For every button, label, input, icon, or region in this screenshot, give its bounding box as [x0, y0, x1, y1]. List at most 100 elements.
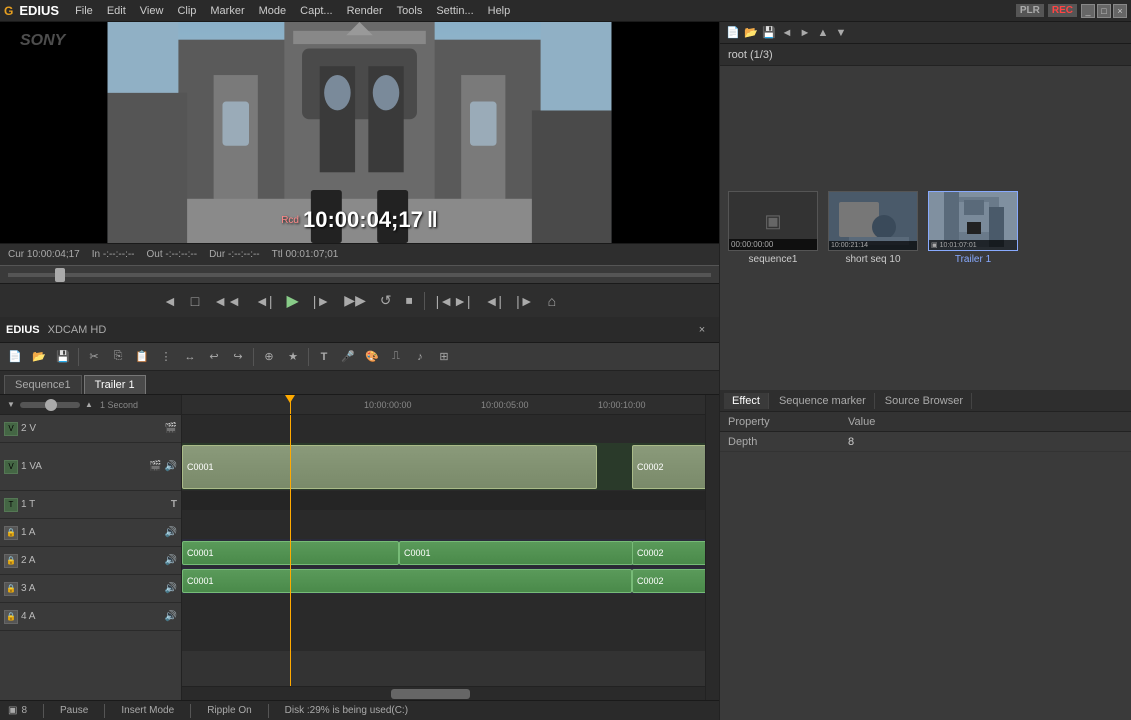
extra-btn[interactable]: ⌂ — [543, 291, 561, 311]
menu-edit[interactable]: Edit — [101, 3, 132, 19]
tab-effect[interactable]: Effect — [724, 393, 769, 409]
tl-mic-btn[interactable]: 🎤 — [337, 346, 359, 368]
in-out-btn[interactable]: |◄►| — [431, 291, 476, 311]
track-header-2a: 🔒 2 A 🔊 — [0, 547, 181, 575]
play-btn[interactable]: ▶ — [281, 289, 303, 313]
set-out-btn[interactable]: |► — [511, 291, 539, 311]
bin-open-btn[interactable]: 📂 — [742, 24, 760, 42]
tl-paste-btn[interactable]: 📋 — [131, 346, 153, 368]
tl-new-btn[interactable]: 📄 — [4, 346, 26, 368]
scrollbar-thumb-h[interactable] — [391, 689, 469, 699]
set-in-btn[interactable]: ◄| — [480, 291, 508, 311]
track-vis-1t[interactable]: T — [4, 498, 18, 512]
tl-t-btn[interactable]: T — [313, 346, 335, 368]
clip-c0002-audio1[interactable]: C0002 — [632, 541, 705, 565]
status-sep4 — [268, 704, 269, 718]
preview-scrubber[interactable] — [0, 265, 719, 283]
bin-item-shortseq10[interactable]: 10:00:21:14 short seq 10 — [828, 191, 918, 265]
menu-tools[interactable]: Tools — [391, 3, 429, 19]
rewind-btn[interactable]: ◄◄ — [208, 291, 246, 311]
timeline-scrollbar-h[interactable] — [182, 686, 705, 700]
bin-new-btn[interactable]: 📄 — [724, 24, 742, 42]
clip-c0001-audio3[interactable]: C0001 — [182, 569, 632, 593]
track-lock-4a[interactable]: 🔒 — [4, 610, 18, 624]
scrubber-track[interactable] — [8, 273, 711, 277]
menu-file[interactable]: File — [69, 3, 99, 19]
loop-btn[interactable]: ↺ — [375, 290, 397, 311]
clip-c0002-audio2[interactable]: C0002 — [632, 569, 705, 593]
bin-item-trailer1[interactable]: ▣ 10:01:07:01 Trailer 1 — [928, 191, 1018, 265]
track-audio-2a: 🔊 — [165, 555, 177, 566]
zoom-slider[interactable] — [20, 402, 80, 408]
track-name-3a: 3 A — [21, 583, 162, 594]
mark-in-btn[interactable]: ◄ — [158, 291, 182, 311]
preview-area: SONY Rcd 10:00:04;17 ‖ Cur 10:00:04;17 I… — [0, 22, 719, 317]
close-btn[interactable]: × — [1113, 4, 1127, 18]
timeline-ruler[interactable]: 10:00:00:00 10:00:05:00 10:00:10:00 10:0… — [182, 395, 705, 415]
tl-close-btn[interactable]: × — [691, 319, 713, 341]
track-lock-1a[interactable]: 🔒 — [4, 526, 18, 540]
track-rows: C0001 C0002 — [182, 415, 705, 686]
scrubber-thumb[interactable] — [55, 268, 65, 282]
mark-out-btn[interactable]: □ — [186, 291, 204, 311]
clip-c0002-video[interactable]: C0002 — [632, 445, 705, 489]
track-vis-2v[interactable]: V — [4, 422, 18, 436]
menu-clip[interactable]: Clip — [171, 3, 202, 19]
menu-capt[interactable]: Capt... — [294, 3, 338, 19]
menu-marker[interactable]: Marker — [204, 3, 250, 19]
tl-effect-btn[interactable]: ★ — [282, 346, 304, 368]
bin-thumbs: ▣ 00:00:00:00 sequence1 — [720, 66, 1131, 390]
zoom-out-btn[interactable]: ▼ — [4, 398, 18, 412]
timeline-scrollbar-v[interactable] — [705, 395, 719, 700]
menu-help[interactable]: Help — [482, 3, 517, 19]
fast-forward-btn[interactable]: ▶▶ — [339, 290, 371, 311]
tl-ripple-btn[interactable]: ↔ — [179, 346, 201, 368]
stop-btn[interactable]: ⏹ — [401, 290, 418, 311]
tab-source-browser[interactable]: Source Browser — [877, 393, 972, 409]
track-row-1va-sub — [182, 491, 705, 511]
tl-save-btn[interactable]: 💾 — [52, 346, 74, 368]
menu-right: PLR REC _ □ × — [1016, 4, 1127, 18]
tl-copy-btn[interactable]: ⎘ — [107, 346, 129, 368]
tl-undo-btn[interactable]: ↩ — [203, 346, 225, 368]
tl-cut-btn[interactable]: ✂ — [83, 346, 105, 368]
rec-btn[interactable]: REC — [1048, 4, 1077, 17]
tab-sequence-marker[interactable]: Sequence marker — [771, 393, 875, 409]
clip-c0001-video[interactable]: C0001 — [182, 445, 597, 489]
tl-grid-btn[interactable]: ⊞ — [433, 346, 455, 368]
bin-up-btn[interactable]: ▲ — [814, 24, 832, 42]
prev-frame-btn[interactable]: ◄| — [250, 291, 278, 311]
tl-scope-btn[interactable]: ⎍ — [385, 346, 407, 368]
menu-view[interactable]: View — [134, 3, 170, 19]
next-frame-btn[interactable]: |► — [308, 291, 336, 311]
maximize-btn[interactable]: □ — [1097, 4, 1111, 18]
tl-split-btn[interactable]: ⋮ — [155, 346, 177, 368]
tab-trailer1[interactable]: Trailer 1 — [84, 375, 146, 394]
tl-audio-btn[interactable]: ♪ — [409, 346, 431, 368]
bin-item-sequence1[interactable]: ▣ 00:00:00:00 sequence1 — [728, 191, 818, 265]
bin-fwd-btn[interactable]: ► — [796, 24, 814, 42]
track-lock-2a[interactable]: 🔒 — [4, 554, 18, 568]
tl-redo-btn[interactable]: ↪ — [227, 346, 249, 368]
bin-save-btn[interactable]: 💾 — [760, 24, 778, 42]
tl-mix-btn[interactable]: ⊕ — [258, 346, 280, 368]
minimize-btn[interactable]: _ — [1081, 4, 1095, 18]
tl-open-btn[interactable]: 📂 — [28, 346, 50, 368]
tl-color-btn[interactable]: 🎨 — [361, 346, 383, 368]
clip-c0002-label: C0002 — [637, 462, 664, 472]
tab-sequence1[interactable]: Sequence1 — [4, 375, 82, 394]
menu-mode[interactable]: Mode — [253, 3, 293, 19]
clip-c0001-audio1[interactable]: C0001 — [182, 541, 399, 565]
plr-btn[interactable]: PLR — [1016, 4, 1044, 17]
menu-render[interactable]: Render — [341, 3, 389, 19]
bin-back-btn[interactable]: ◄ — [778, 24, 796, 42]
zoom-in-btn[interactable]: ▲ — [82, 398, 96, 412]
bin-down-btn[interactable]: ▼ — [832, 24, 850, 42]
left-panel: SONY Rcd 10:00:04;17 ‖ Cur 10:00:04;17 I… — [0, 22, 719, 720]
clip-c0001-audio2[interactable]: C0001 — [399, 541, 633, 565]
out-label: Out -:--:--:-- — [147, 249, 198, 260]
track-lock-3a[interactable]: 🔒 — [4, 582, 18, 596]
track-vis-1va[interactable]: V — [4, 460, 18, 474]
menu-settings[interactable]: Settin... — [430, 3, 479, 19]
prop-depth-key: Depth — [720, 436, 840, 448]
